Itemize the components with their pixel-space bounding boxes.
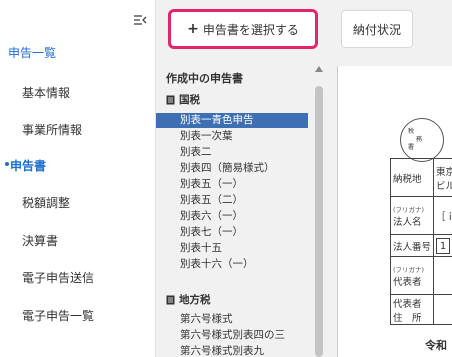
- corp-name-value: ［ｉ: [433, 196, 452, 235]
- scroll-up-arrow-icon[interactable]: [315, 66, 323, 72]
- form-item[interactable]: 別表十六（一）: [156, 257, 308, 272]
- form-item[interactable]: 別表六（一）: [156, 209, 308, 224]
- in-progress-title: 作成中の申告書: [166, 72, 243, 85]
- form-item[interactable]: 別表十五: [156, 241, 308, 256]
- form-item[interactable]: 別表五（二）: [156, 193, 308, 208]
- corp-number-cell: 1: [433, 234, 452, 257]
- rep-address-label: 代表者: [393, 298, 422, 310]
- form-item[interactable]: 別表一次葉: [156, 129, 308, 144]
- form-item[interactable]: 別表二: [156, 145, 308, 160]
- form-item[interactable]: 別表四（簡易様式）: [156, 161, 308, 176]
- era-label: 令和: [425, 339, 447, 352]
- tax-place-value: 東京都 ビル: [433, 158, 452, 197]
- scroll-thumb[interactable]: [315, 86, 323, 357]
- representative-value: [433, 256, 452, 295]
- payment-status-tab[interactable]: 納付状況: [341, 10, 413, 48]
- sidebar-item-e-filing-list[interactable]: 電子申告一覧: [22, 307, 94, 324]
- select-return-label: 申告書を選択する: [202, 22, 299, 37]
- sidebar-title[interactable]: 申告一覧: [8, 44, 56, 61]
- form-item[interactable]: 別表七（一）: [156, 225, 308, 240]
- representative-label: 代表者: [393, 276, 422, 288]
- preview-area: 納付状況 税 務 署 納税地 東京都 ビル (フリガナ) 法人名 ［ｉ 法人: [329, 0, 452, 357]
- list-scrollbar[interactable]: [314, 66, 324, 357]
- document-icon: [166, 95, 175, 104]
- active-indicator: [5, 162, 9, 166]
- stamp-char: 署: [408, 144, 415, 151]
- stamp-char: 務: [416, 136, 423, 143]
- corp-name-cell: (フリガナ) 法人名: [389, 196, 435, 235]
- rep-address-label-2: 住 所: [393, 312, 422, 324]
- rep-address-cell: 代表者 住 所: [389, 294, 435, 325]
- form-item[interactable]: 別表五（一）: [156, 177, 308, 192]
- local-tax-label: 地方税: [179, 294, 211, 306]
- stamp-char: 税: [408, 128, 415, 135]
- form-item[interactable]: 第六号様式別表九: [156, 344, 308, 357]
- collapse-left-icon[interactable]: [133, 14, 147, 26]
- rep-address-value: [433, 294, 452, 325]
- national-tax-label: 国税: [179, 94, 200, 106]
- representative-cell: (フリガナ) 代表者: [389, 256, 435, 295]
- document-icon: [166, 295, 175, 304]
- tax-place-line: ビル: [436, 180, 452, 192]
- corp-name-label: 法人名: [393, 216, 422, 228]
- form-item[interactable]: 別表一青色申告: [156, 113, 308, 128]
- tax-place-label: 納税地: [389, 158, 435, 197]
- sidebar-item-financial-statements[interactable]: 決算書: [22, 232, 58, 249]
- sidebar-item-returns[interactable]: 申告書: [10, 157, 46, 174]
- left-sidebar: 申告一覧 基本情報 事業所情報 申告書 税額調整 決算書 電子申告送信 電子申告…: [0, 0, 156, 357]
- furigana-label: (フリガナ): [393, 205, 425, 214]
- sidebar-item-e-filing-send[interactable]: 電子申告送信: [22, 269, 94, 286]
- select-return-button[interactable]: + 申告書を選択する: [168, 9, 318, 49]
- taxpayer-info-table: 納税地 東京都 ビル (フリガナ) 法人名 ［ｉ 法人番号 1 (フリガナ): [389, 158, 452, 325]
- corp-number-label: 法人番号: [389, 234, 435, 257]
- tax-place-line: 東京都: [436, 166, 452, 178]
- national-tax-group: 国税: [166, 92, 200, 107]
- sidebar-item-basic-info[interactable]: 基本情報: [22, 84, 70, 101]
- return-form-preview: 税 務 署 納税地 東京都 ビル (フリガナ) 法人名 ［ｉ 法人番号 1: [337, 66, 452, 357]
- local-tax-group: 地方税: [166, 292, 211, 307]
- plus-icon: +: [187, 21, 199, 37]
- corp-number-digit: 1: [436, 237, 451, 254]
- sidebar-item-office-info[interactable]: 事業所情報: [22, 121, 82, 138]
- furigana-label: (フリガナ): [393, 265, 425, 274]
- form-item[interactable]: 第六号様式: [156, 312, 308, 327]
- sidebar-item-tax-adjustment[interactable]: 税額調整: [22, 194, 70, 211]
- return-list-panel: + 申告書を選択する 作成中の申告書 国税 別表一青色申告 別表一次葉 別表二 …: [156, 0, 329, 357]
- form-item[interactable]: 第六号様式別表四の三: [156, 328, 308, 343]
